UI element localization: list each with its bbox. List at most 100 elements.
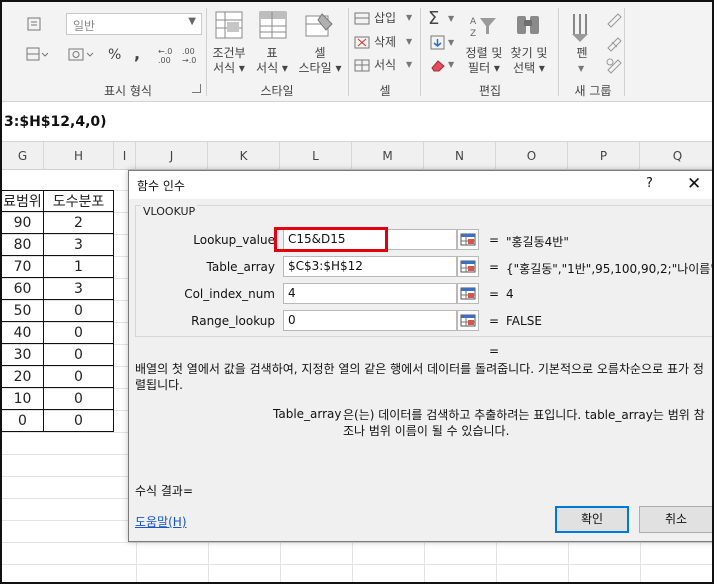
table-row: 10 0: [2, 388, 114, 410]
delete-cells-button[interactable]: 삭제: [374, 35, 396, 50]
column-header-n[interactable]: N: [424, 142, 496, 170]
group-separator: [558, 8, 559, 96]
sort-filter-button[interactable]: 정렬 및 필터 ▾: [462, 46, 506, 76]
table-cell[interactable]: 70: [2, 256, 44, 278]
pen-icon[interactable]: [568, 10, 596, 44]
table-cell[interactable]: 30: [2, 344, 44, 366]
equals-sign: =: [489, 287, 500, 301]
insert-cells-icon[interactable]: [354, 12, 372, 26]
grid-line: [2, 564, 712, 565]
decrease-decimal-icon[interactable]: .00 →.0: [182, 46, 202, 65]
collapse-dialog-button[interactable]: [457, 229, 479, 250]
fill-icon[interactable]: [430, 35, 446, 51]
comma-button[interactable]: ,: [134, 46, 140, 62]
column-header-g[interactable]: G: [2, 142, 44, 170]
frequency-table: 료범위 도수분포 90 2 80 3 70 1 60 3 50 0 40 0 30 0 20 0…: [2, 190, 114, 432]
new-group-label: 새 그룹: [574, 84, 612, 98]
table-cell[interactable]: 10: [2, 388, 44, 410]
percent-button[interactable]: %: [108, 48, 121, 63]
table-cell[interactable]: 3: [44, 234, 114, 256]
table-cell[interactable]: 0: [44, 366, 114, 388]
eraser-icon[interactable]: [604, 34, 624, 52]
pen-button[interactable]: 펜: [572, 46, 592, 61]
highlighter-icon[interactable]: [604, 10, 624, 28]
clear-icon[interactable]: [430, 58, 448, 72]
help-icon[interactable]: ?: [646, 176, 653, 191]
range-lookup-input[interactable]: 0: [283, 310, 457, 331]
col-index-num-input[interactable]: 4: [283, 283, 457, 304]
lasso-icon[interactable]: [604, 56, 624, 74]
paste-format-icon[interactable]: [26, 16, 42, 32]
conditional-format-button[interactable]: 조건부 서식 ▾: [207, 46, 251, 76]
format-table-button[interactable]: 표 서식 ▾: [252, 46, 292, 76]
find-select-button[interactable]: 찾기 및 선택 ▾: [506, 46, 552, 76]
function-result-equals: =: [489, 344, 500, 358]
table-cell[interactable]: 1: [44, 256, 114, 278]
insert-cells-button[interactable]: 삽입: [374, 11, 396, 26]
format-table-icon[interactable]: [258, 10, 288, 40]
formula-text[interactable]: 3:$H$12,4,0): [4, 114, 107, 130]
table-cell[interactable]: 90: [2, 212, 44, 234]
cell-styles-button[interactable]: 셀 스타일 ▾: [294, 46, 346, 76]
border-icon[interactable]: [26, 46, 49, 62]
column-header-m[interactable]: M: [352, 142, 424, 170]
help-link[interactable]: 도움말(H): [135, 513, 187, 530]
collapse-dialog-button[interactable]: [457, 256, 479, 277]
sort-filter-icon[interactable]: AZ: [470, 12, 498, 39]
delete-cells-icon[interactable]: [354, 36, 372, 50]
cell-styles-icon[interactable]: [304, 10, 334, 40]
sort-filter-label-2: 필터 ▾: [468, 61, 500, 75]
find-select-label-2: 선택 ▾: [513, 61, 545, 75]
column-header-p[interactable]: P: [568, 142, 640, 170]
collapse-dialog-button[interactable]: [457, 283, 479, 304]
col-index-num-result: 4: [506, 287, 514, 301]
currency-icon[interactable]: [68, 46, 98, 64]
format-cells-button[interactable]: 서식: [374, 58, 396, 73]
number-dialog-launcher[interactable]: [192, 84, 201, 93]
table-array-input[interactable]: $C$3:$H$12: [283, 256, 457, 277]
table-cell[interactable]: 20: [2, 366, 44, 388]
cancel-button[interactable]: 취소: [639, 506, 712, 533]
format-cells-icon[interactable]: [354, 59, 372, 73]
collapse-dialog-button[interactable]: [457, 310, 479, 331]
argument-description-name: Table_array: [273, 407, 342, 421]
table-cell[interactable]: 60: [2, 278, 44, 300]
find-select-icon[interactable]: [514, 12, 542, 38]
table-cell[interactable]: 0: [44, 322, 114, 344]
table-header-cell[interactable]: 도수분포: [44, 191, 114, 213]
table-cell[interactable]: 50: [2, 300, 44, 322]
column-header-j[interactable]: J: [136, 142, 208, 170]
conditional-format-icon[interactable]: [214, 10, 244, 40]
column-header-i[interactable]: I: [114, 142, 136, 170]
autosum-icon[interactable]: Σ: [428, 8, 439, 29]
dialog-titlebar[interactable]: 함수 인수 ? ✕: [129, 171, 712, 199]
svg-text:←.0: ←.0: [158, 47, 172, 56]
table-cell[interactable]: 2: [44, 212, 114, 234]
close-icon[interactable]: ✕: [687, 174, 701, 194]
column-header-k[interactable]: K: [208, 142, 280, 170]
table-cell[interactable]: 0: [44, 300, 114, 322]
table-cell[interactable]: 0: [44, 410, 114, 432]
table-row: 70 1: [2, 256, 114, 278]
table-cell[interactable]: 0: [2, 410, 44, 432]
table-cell[interactable]: 0: [44, 388, 114, 410]
table-cell[interactable]: 0: [44, 344, 114, 366]
column-header-h[interactable]: H: [44, 142, 114, 170]
range-lookup-result: FALSE: [506, 314, 542, 328]
table-cell[interactable]: 3: [44, 278, 114, 300]
range-select-icon: [460, 233, 476, 246]
table-header-cell[interactable]: 료범위: [2, 191, 44, 213]
formula-result-label: 수식 결과=: [135, 484, 194, 498]
table-array-result: {"홍길동","1반",95,100,90,2;"나이름": [506, 262, 714, 276]
table-cell[interactable]: 80: [2, 234, 44, 256]
editing-group-label: 편집: [478, 84, 502, 98]
table-cell[interactable]: 40: [2, 322, 44, 344]
svg-text:.00: .00: [182, 47, 195, 56]
column-header-o[interactable]: O: [496, 142, 568, 170]
column-header-q[interactable]: Q: [640, 142, 712, 170]
column-header-l[interactable]: L: [280, 142, 352, 170]
number-format-select[interactable]: 일반 ▼: [66, 13, 202, 35]
ok-button[interactable]: 확인: [555, 506, 629, 533]
increase-decimal-icon[interactable]: ←.0.00: [158, 46, 178, 65]
formula-bar[interactable]: 3:$H$12,4,0): [2, 102, 712, 142]
